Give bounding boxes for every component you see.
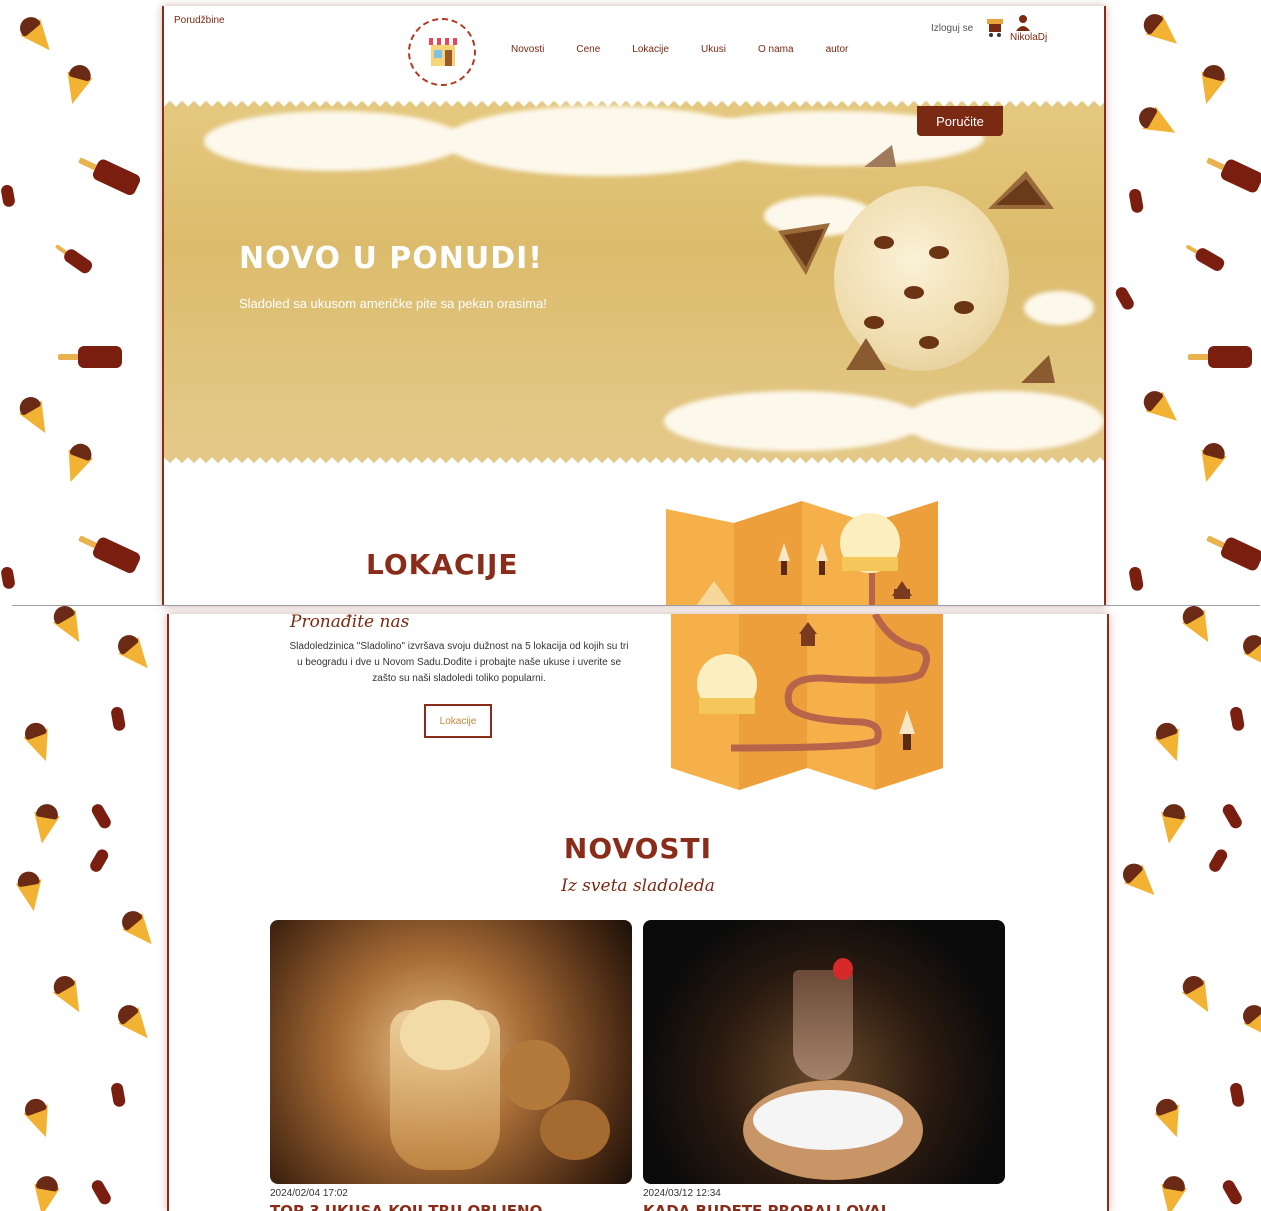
cookie — [540, 1100, 610, 1160]
top-page-frame: Porudžbine Novosti Cene Lokacije Ukusi O… — [162, 6, 1106, 606]
pecan — [929, 246, 949, 259]
hero-zigzag-bottom — [164, 451, 1104, 463]
username: NikolaDj — [1010, 32, 1048, 43]
map-illustration — [671, 614, 943, 790]
cart-icon[interactable] — [986, 18, 1004, 38]
user-menu[interactable]: NikolaDj — [1010, 15, 1047, 43]
nav-item-cene[interactable]: Cene — [576, 44, 600, 55]
pecan — [864, 316, 884, 329]
nav-item-novosti[interactable]: Novosti — [511, 44, 544, 55]
nav-item-o-nama[interactable]: O nama — [758, 44, 794, 55]
left-pattern-bottom — [0, 606, 167, 1211]
pecan — [874, 236, 894, 249]
cookie — [500, 1040, 570, 1110]
hero-banner: NOVO U PONUDI! Sladoled sa ukusom američ… — [164, 101, 1104, 463]
locations-subtitle: Pronađite nas — [290, 614, 410, 632]
right-pattern-bottom — [1107, 606, 1261, 1211]
cloud — [664, 391, 924, 451]
orders-link[interactable]: Porudžbine — [174, 15, 225, 26]
plate — [753, 1090, 903, 1150]
pie-slice-image — [864, 145, 896, 167]
pecan — [919, 336, 939, 349]
hero-subtitle: Sladoled sa ukusom američke pite sa peka… — [239, 296, 547, 311]
bottom-page-frame: Pronađite nas Sladoledzinica "Sladolino"… — [167, 614, 1109, 1211]
news-card-image[interactable] — [643, 920, 1005, 1184]
locations-description: Sladoledzinica "Sladolino" izvršava svoj… — [289, 641, 629, 684]
pecan — [954, 301, 974, 314]
milkshake-glass — [793, 970, 853, 1080]
logo[interactable] — [408, 18, 476, 86]
news-card-image[interactable] — [270, 920, 632, 1184]
order-button[interactable]: Poručite — [917, 106, 1003, 136]
locations-button[interactable]: Lokacije — [424, 704, 492, 738]
cloud — [1024, 291, 1094, 325]
news-date: 2024/02/04 17:02 — [270, 1188, 348, 1199]
map-illustration — [666, 501, 938, 606]
nav-item-lokacije[interactable]: Lokacije — [632, 44, 669, 55]
user-icon — [1016, 15, 1030, 31]
news-subtitle: Iz sveta sladoleda — [561, 876, 715, 896]
pie-slice-image — [1021, 355, 1055, 383]
news-title: NOVOSTI — [563, 832, 713, 865]
nav-item-autor[interactable]: autor — [826, 44, 849, 55]
locations-title: LOKACIJE — [366, 548, 519, 581]
shop-logo-icon — [429, 38, 457, 66]
hero-title: NOVO U PONUDI! — [239, 241, 543, 276]
strawberry — [833, 958, 853, 980]
cloud — [204, 111, 464, 171]
pecan — [904, 286, 924, 299]
pie-slice-image — [778, 223, 830, 275]
news-headline[interactable]: KADA BUDETE PROBALI OVAJ — [643, 1202, 886, 1211]
nav-item-ukusi[interactable]: Ukusi — [701, 44, 726, 55]
main-nav: Novosti Cene Lokacije Ukusi O nama autor — [511, 44, 880, 55]
news-date: 2024/03/12 12:34 — [643, 1188, 721, 1199]
logout-link[interactable]: Izloguj se — [931, 23, 973, 34]
cloud — [904, 391, 1104, 451]
pie-slice-image — [988, 171, 1054, 209]
ice-cream-scoop — [400, 1000, 490, 1070]
pie-slice-image — [846, 338, 886, 370]
news-headline[interactable]: TOP 3 UKUSA KOJI TRU OBLJENO — [270, 1202, 542, 1211]
right-pattern-top — [1104, 0, 1261, 605]
screenshot-divider — [12, 605, 1260, 606]
left-pattern-top — [0, 0, 162, 605]
